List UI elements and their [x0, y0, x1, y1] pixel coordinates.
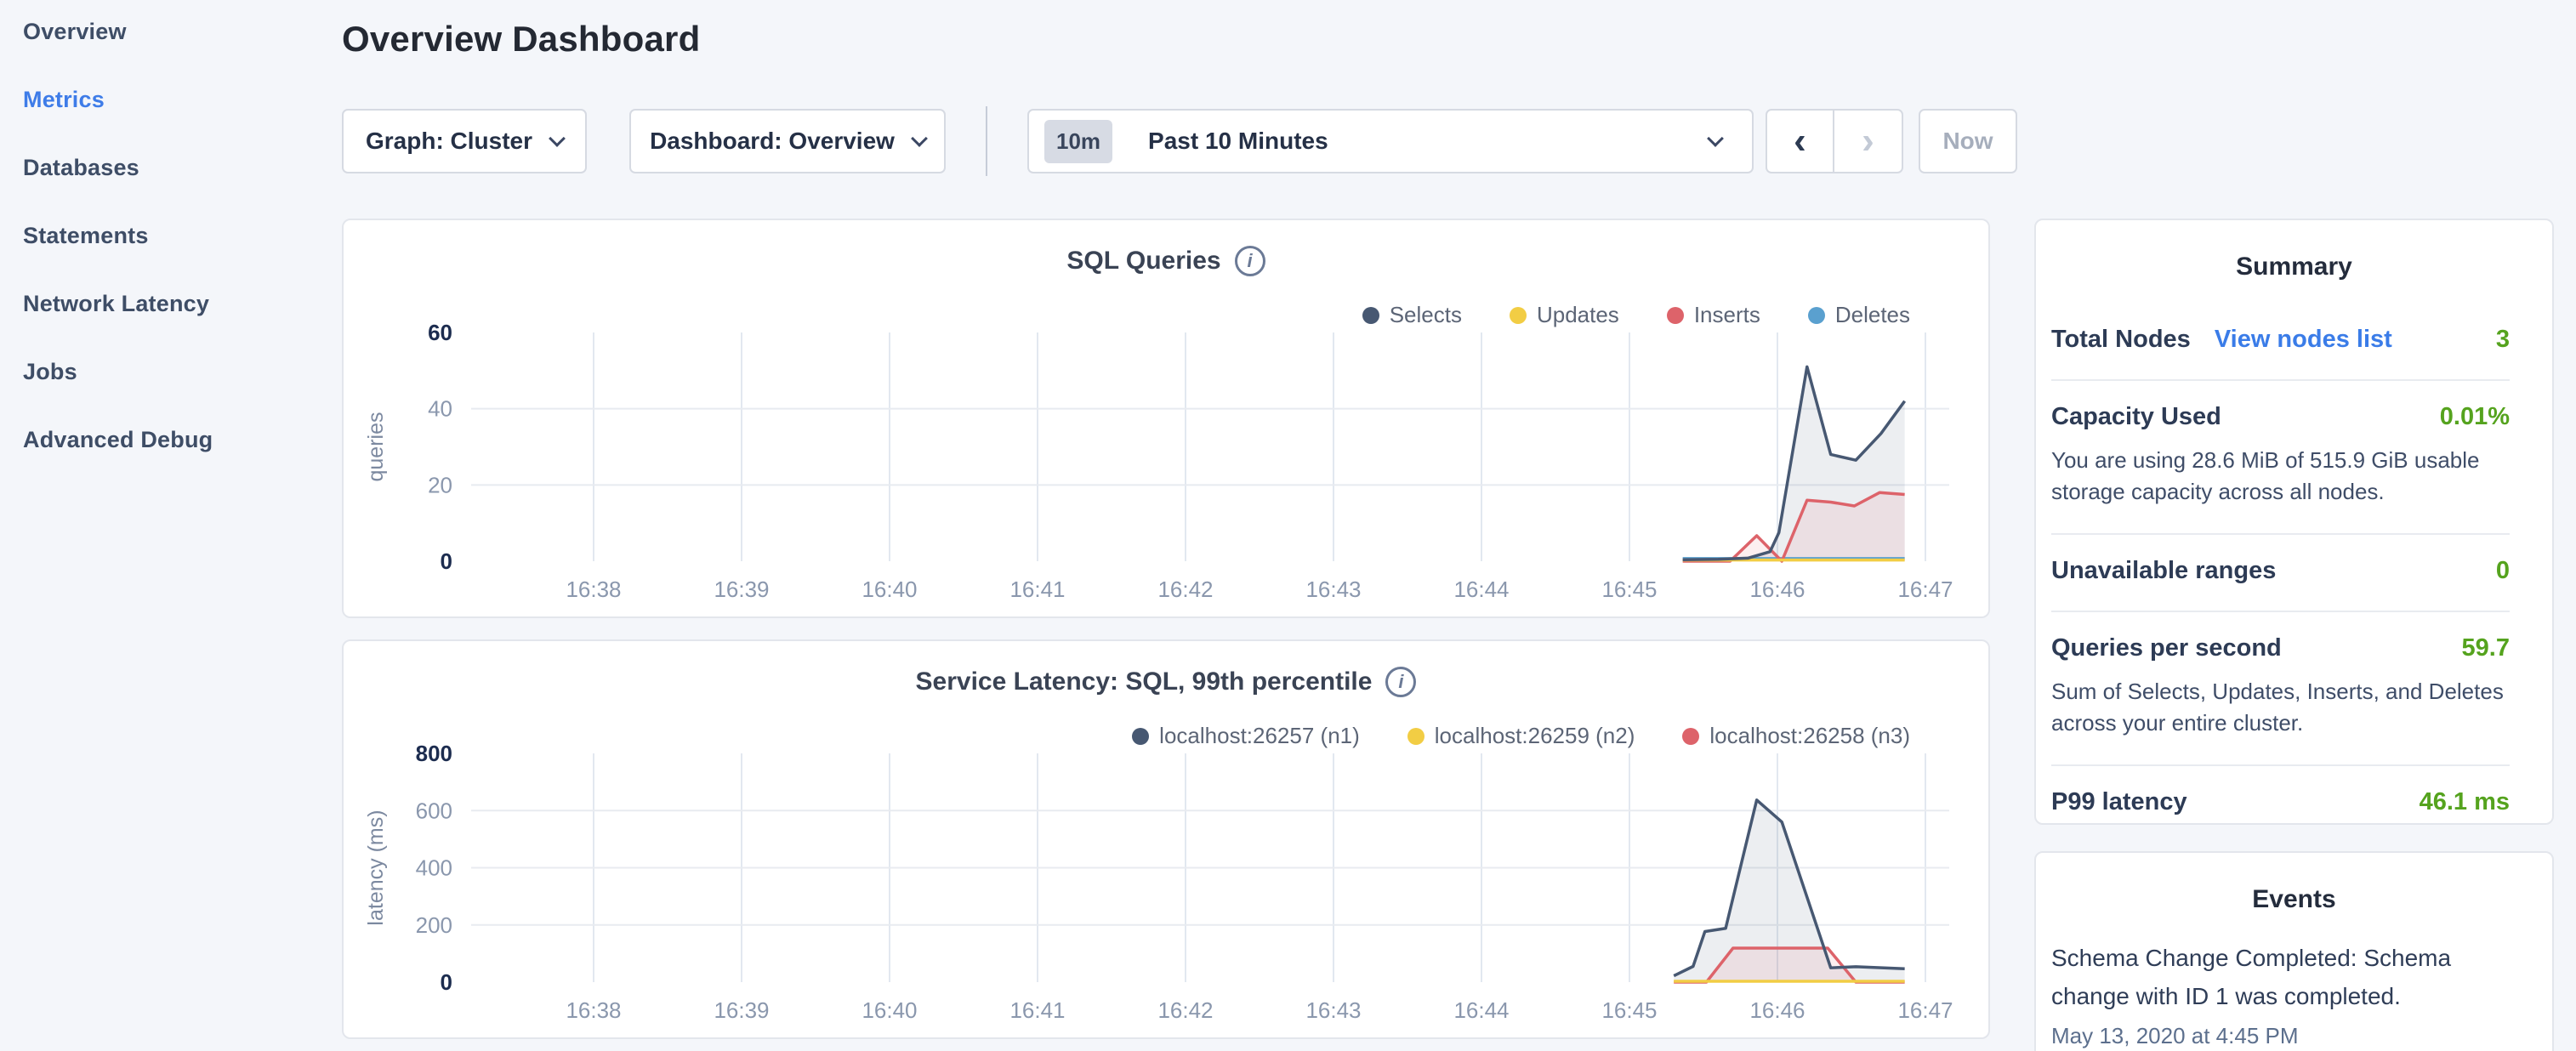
svg-text:latency (ms): latency (ms) — [364, 810, 388, 925]
summary-panel: Summary Total Nodes View nodes list 3 Capac… — [2034, 219, 2554, 825]
summary-row-label: P99 latency — [2051, 788, 2187, 816]
sidebar: Overview Metrics Databases Statements Networ… — [0, 0, 342, 1051]
time-range-badge: 10m — [1044, 120, 1112, 163]
svg-text:16:46: 16:46 — [1749, 997, 1805, 1023]
svg-text:60: 60 — [428, 320, 452, 345]
events-title: Events — [2036, 885, 2552, 914]
summary-row-value: 46.1 ms — [2420, 788, 2510, 816]
svg-text:16:41: 16:41 — [1009, 577, 1065, 602]
svg-text:16:44: 16:44 — [1453, 577, 1509, 602]
svg-text:16:46: 16:46 — [1749, 577, 1805, 602]
sidebar-item-metrics[interactable]: Metrics — [23, 87, 105, 113]
chevron-down-icon — [911, 130, 928, 147]
chart-plot: 16:38 16:39 16:40 16:41 16:42 16:43 16:44 16:45… — [344, 220, 1992, 620]
svg-text:16:38: 16:38 — [566, 577, 621, 602]
time-range-label: Past 10 Minutes — [1148, 128, 1709, 155]
sidebar-item-statements[interactable]: Statements — [23, 223, 149, 249]
sidebar-item-databases[interactable]: Databases — [23, 155, 139, 181]
chevron-down-icon — [549, 130, 566, 147]
summary-row-value: 59.7 — [2462, 634, 2510, 662]
event-item: Schema Change Completed: Schema change w… — [2051, 940, 2518, 1049]
summary-row-value: 0 — [2496, 557, 2510, 585]
summary-row: Unavailable ranges 0 — [2051, 535, 2510, 612]
svg-text:20: 20 — [428, 472, 452, 497]
svg-text:16:38: 16:38 — [566, 997, 621, 1023]
summary-row-label: Capacity Used — [2051, 403, 2221, 431]
graph-dropdown-label: Graph: Cluster — [366, 128, 532, 155]
summary-row: P99 latency 46.1 ms — [2051, 766, 2510, 842]
chevron-down-icon — [1707, 130, 1724, 147]
summary-row-label: Queries per second — [2051, 634, 2282, 662]
page-title: Overview Dashboard — [342, 19, 700, 60]
toolbar-divider — [986, 106, 987, 176]
summary-row: Queries per second 59.7 Sum of Selects, Up… — [2051, 612, 2510, 766]
summary-row: Capacity Used 0.01% You are using 28.6 MiB… — [2051, 381, 2510, 535]
svg-text:0: 0 — [441, 969, 452, 995]
svg-text:0: 0 — [441, 548, 452, 574]
svg-text:16:43: 16:43 — [1305, 577, 1361, 602]
sql-queries-chart-card: SQL QueriesiSelectsUpdatesInsertsDeletes… — [342, 219, 1990, 618]
svg-text:400: 400 — [416, 855, 452, 881]
svg-text:16:39: 16:39 — [714, 577, 769, 602]
svg-text:16:47: 16:47 — [1897, 997, 1953, 1023]
svg-text:16:45: 16:45 — [1601, 997, 1657, 1023]
chart-plot: 16:38 16:39 16:40 16:41 16:42 16:43 16:44 16:45… — [344, 641, 1992, 1041]
svg-text:16:40: 16:40 — [862, 577, 917, 602]
svg-text:800: 800 — [416, 741, 452, 766]
event-timestamp: May 13, 2020 at 4:45 PM — [2051, 1023, 2518, 1049]
events-panel: Events Schema Change Completed: Schema c… — [2034, 851, 2554, 1051]
sidebar-item-advanced-debug[interactable]: Advanced Debug — [23, 427, 213, 453]
summary-row-label: Total Nodes — [2051, 326, 2191, 354]
svg-text:16:42: 16:42 — [1157, 997, 1213, 1023]
summary-row-value: 0.01% — [2440, 403, 2510, 431]
time-range-select[interactable]: 10m Past 10 Minutes — [1027, 109, 1754, 173]
svg-text:600: 600 — [416, 798, 452, 823]
summary-row-description: Sum of Selects, Updates, Inserts, and De… — [2051, 676, 2510, 739]
now-button-label: Now — [1942, 128, 1993, 155]
svg-text:16:47: 16:47 — [1897, 577, 1953, 602]
dashboard-dropdown-label: Dashboard: Overview — [650, 128, 895, 155]
svg-text:16:45: 16:45 — [1601, 577, 1657, 602]
now-button[interactable]: Now — [1919, 109, 2017, 173]
time-prev-button[interactable]: ‹ — [1767, 111, 1834, 172]
svg-text:200: 200 — [416, 912, 452, 938]
svg-text:40: 40 — [428, 396, 452, 422]
summary-row-label: Unavailable ranges — [2051, 557, 2276, 585]
sidebar-item-overview[interactable]: Overview — [23, 19, 127, 45]
summary-row-value: 3 — [2496, 326, 2510, 354]
service-latency-chart-card: Service Latency: SQL, 99th percentileilo… — [342, 639, 1990, 1039]
event-message: Schema Change Completed: Schema change w… — [2051, 940, 2518, 1016]
svg-text:16:40: 16:40 — [862, 997, 917, 1023]
svg-text:16:44: 16:44 — [1453, 997, 1509, 1023]
events-list: Schema Change Completed: Schema change w… — [2036, 914, 2552, 1049]
summary-row: Total Nodes View nodes list 3 — [2051, 304, 2510, 381]
view-nodes-list-link[interactable]: View nodes list — [2215, 326, 2392, 354]
svg-text:16:41: 16:41 — [1009, 997, 1065, 1023]
time-next-button[interactable]: › — [1834, 111, 1902, 172]
svg-text:16:42: 16:42 — [1157, 577, 1213, 602]
summary-rows: Total Nodes View nodes list 3 Capacity Used… — [2036, 281, 2552, 842]
graph-dropdown[interactable]: Graph: Cluster — [342, 109, 587, 173]
svg-text:16:39: 16:39 — [714, 997, 769, 1023]
time-nav-group: ‹ › — [1766, 109, 1903, 173]
sidebar-item-jobs[interactable]: Jobs — [23, 359, 77, 385]
sidebar-item-network-latency[interactable]: Network Latency — [23, 291, 209, 317]
svg-text:16:43: 16:43 — [1305, 997, 1361, 1023]
svg-text:queries: queries — [364, 412, 388, 482]
dashboard-dropdown[interactable]: Dashboard: Overview — [629, 109, 946, 173]
summary-title: Summary — [2036, 253, 2552, 281]
summary-row-description: You are using 28.6 MiB of 515.9 GiB usab… — [2051, 445, 2510, 508]
